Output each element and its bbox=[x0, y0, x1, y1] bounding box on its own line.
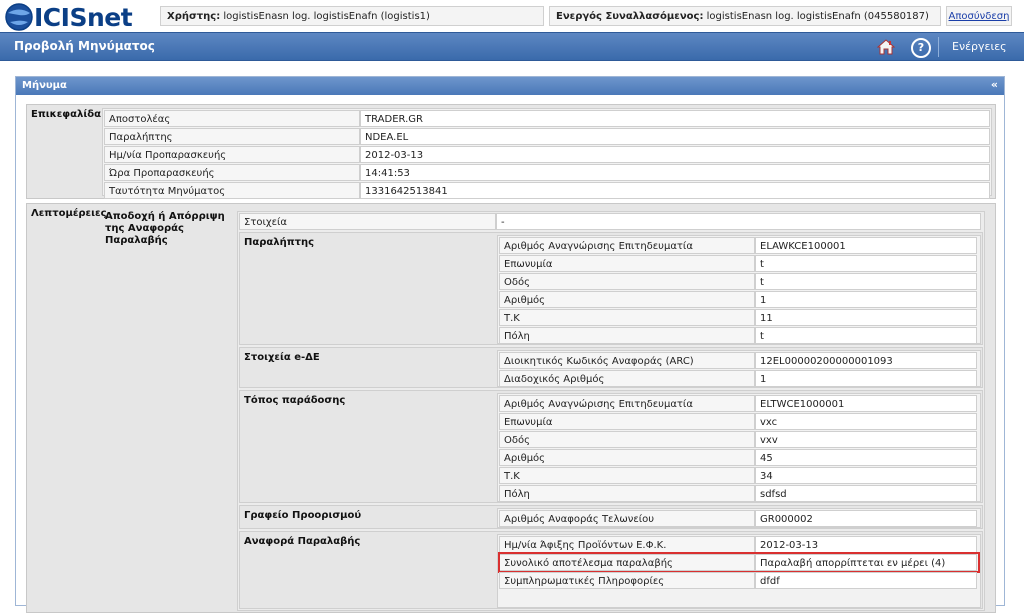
row-label: Ημ/νία Προπαρασκευής bbox=[104, 146, 360, 163]
row-label: Ώρα Προπαρασκευής bbox=[104, 164, 360, 181]
row-value: vxv bbox=[755, 431, 977, 448]
group-destination-office: Γραφείο Προορισμού Αριθμός Αναφοράς Τελω… bbox=[239, 505, 983, 529]
row-value: 2012-03-13 bbox=[755, 536, 977, 553]
row-label: Αποστολέας bbox=[104, 110, 360, 127]
details-section-title: Λεπτομέρειες bbox=[31, 208, 107, 219]
row-label: Αριθμός Αναγνώρισης Επιτηδευματία bbox=[499, 395, 755, 412]
row-value: 1 bbox=[755, 370, 977, 387]
group-rows: Ημ/νία Άφιξης Προϊόντων Ε.Φ.Κ. 2012-03-1… bbox=[497, 534, 981, 608]
current-user: Χρήστης: logistisEnasn log. logistisEnaf… bbox=[160, 6, 544, 26]
row-value: TRADER.GR bbox=[360, 110, 990, 127]
row-label: Οδός bbox=[499, 431, 755, 448]
group-title: Στοιχεία e-ΔΕ bbox=[244, 352, 320, 363]
actions-menu[interactable]: Ενέργειες bbox=[952, 40, 1007, 53]
group-receipt-report: Αναφορά Παραλαβής Ημ/νία Άφιξης Προϊόντω… bbox=[239, 531, 983, 609]
active-trader: Ενεργός Συναλλασόμενος: logistisEnasn lo… bbox=[549, 6, 941, 26]
row-value: t bbox=[755, 273, 977, 290]
row-label: Τ.Κ bbox=[499, 309, 755, 326]
group-title: Τόπος παράδοσης bbox=[244, 395, 346, 406]
group-ede: Στοιχεία e-ΔΕ Διοικητικός Κωδικός Αναφορ… bbox=[239, 347, 983, 388]
top-bar: ICISnet Χρήστης: logistisEnasn log. logi… bbox=[0, 0, 1024, 32]
header-section: Επικεφαλίδα Αποστολέας TRADER.GR Παραλήπ… bbox=[26, 104, 996, 199]
row-label: Πόλη bbox=[499, 327, 755, 344]
group-title: Γραφείο Προορισμού bbox=[244, 510, 362, 521]
row-value: ELAWKCE100001 bbox=[755, 237, 977, 254]
page-title: Προβολή Μηνύματος bbox=[14, 39, 155, 53]
row-label: Αριθμός Αναφοράς Τελωνείου bbox=[499, 510, 755, 527]
user-label: Χρήστης: bbox=[167, 11, 221, 22]
row-label: Διοικητικός Κωδικός Αναφοράς (ARC) bbox=[499, 352, 755, 369]
header-rows: Αποστολέας TRADER.GR Παραλήπτης NDEA.EL … bbox=[102, 108, 992, 199]
user-value: logistisEnasn log. logistisEnafn (logist… bbox=[223, 11, 430, 22]
row-value: 1331642513841 bbox=[360, 182, 990, 199]
row-label: Επωνυμία bbox=[499, 413, 755, 430]
row-label: Επωνυμία bbox=[499, 255, 755, 272]
row-value: 11 bbox=[755, 309, 977, 326]
group-delivery-place: Τόπος παράδοσης Αριθμός Αναγνώρισης Επιτ… bbox=[239, 390, 983, 503]
help-icon[interactable]: ? bbox=[911, 38, 931, 58]
row-label: Πόλη bbox=[499, 485, 755, 502]
row-value: t bbox=[755, 327, 977, 344]
globe-icon bbox=[5, 3, 33, 31]
trader-label: Ενεργός Συναλλασόμενος: bbox=[556, 11, 704, 22]
panel-title: Μήνυμα bbox=[22, 80, 67, 91]
row-label: Οδός bbox=[499, 273, 755, 290]
nav-bar: Προβολή Μηνύματος ? Ενέργειες bbox=[0, 32, 1024, 61]
collapse-icon[interactable]: « bbox=[991, 78, 998, 91]
group-title: Παραλήπτης bbox=[244, 237, 315, 248]
group-rows: Αριθμός Αναφοράς Τελωνείου GR000002 bbox=[497, 508, 981, 528]
details-rows: Στοιχεία - Παραλήπτης Αριθμός Αναγνώριση… bbox=[237, 211, 985, 611]
row-value: t bbox=[755, 255, 977, 272]
group-rows: Διοικητικός Κωδικός Αναφοράς (ARC) 12EL0… bbox=[497, 350, 981, 387]
highlight-box bbox=[498, 552, 980, 573]
row-label: Αριθμός bbox=[499, 291, 755, 308]
logo-text: ICISnet bbox=[34, 3, 133, 32]
row-value: 1 bbox=[755, 291, 977, 308]
logout-container: Αποσύνδεση bbox=[946, 6, 1012, 26]
row-label: Ταυτότητα Μηνύματος bbox=[104, 182, 360, 199]
row-value: 34 bbox=[755, 467, 977, 484]
row-label: Διαδοχικός Αριθμός bbox=[499, 370, 755, 387]
message-panel: Μήνυμα « Επικεφαλίδα Αποστολέας TRADER.G… bbox=[15, 76, 1005, 613]
group-rows: Αριθμός Αναγνώρισης Επιτηδευματία ELTWCE… bbox=[497, 393, 981, 502]
group-recipient: Παραλήπτης Αριθμός Αναγνώρισης Επιτηδευμ… bbox=[239, 232, 983, 345]
row-value: sdfsd bbox=[755, 485, 977, 502]
row-label: Αριθμός bbox=[499, 449, 755, 466]
row-value: ELTWCE1000001 bbox=[755, 395, 977, 412]
row-value: 14:41:53 bbox=[360, 164, 990, 181]
row-value: 45 bbox=[755, 449, 977, 466]
row-label: Συμπληρωματικές Πληροφορίες bbox=[499, 572, 755, 589]
row-value: 12EL00000200000001093 bbox=[755, 352, 977, 369]
logo: ICISnet bbox=[4, 2, 154, 32]
row-value: vxc bbox=[755, 413, 977, 430]
group-title: Αναφορά Παραλαβής bbox=[244, 536, 361, 547]
logout-link[interactable]: Αποσύνδεση bbox=[949, 11, 1010, 22]
row-label: Ημ/νία Άφιξης Προϊόντων Ε.Φ.Κ. bbox=[499, 536, 755, 553]
row-label: Παραλήπτης bbox=[104, 128, 360, 145]
row-value: 2012-03-13 bbox=[360, 146, 990, 163]
group-rows: Αριθμός Αναγνώρισης Επιτηδευματία ELAWKC… bbox=[497, 235, 981, 344]
details-subtitle: Αποδοχή ή Απόρριψη της Αναφοράς Παραλαβή… bbox=[105, 211, 225, 246]
row-label: Αριθμός Αναγνώρισης Επιτηδευματία bbox=[499, 237, 755, 254]
details-section: Λεπτομέρειες Αποδοχή ή Απόρριψη της Αναφ… bbox=[26, 203, 996, 613]
home-icon[interactable] bbox=[877, 38, 895, 56]
nav-separator bbox=[938, 37, 939, 57]
stoixeia-value: - bbox=[496, 213, 981, 230]
trader-value: logistisEnasn log. logistisEnafn (045580… bbox=[706, 11, 929, 22]
row-value: dfdf bbox=[755, 572, 977, 589]
row-value: GR000002 bbox=[755, 510, 977, 527]
stoixeia-label: Στοιχεία bbox=[239, 213, 496, 230]
panel-header: Μήνυμα « bbox=[16, 77, 1004, 95]
row-label: Τ.Κ bbox=[499, 467, 755, 484]
header-section-title: Επικεφαλίδα bbox=[31, 109, 101, 120]
row-value: NDEA.EL bbox=[360, 128, 990, 145]
